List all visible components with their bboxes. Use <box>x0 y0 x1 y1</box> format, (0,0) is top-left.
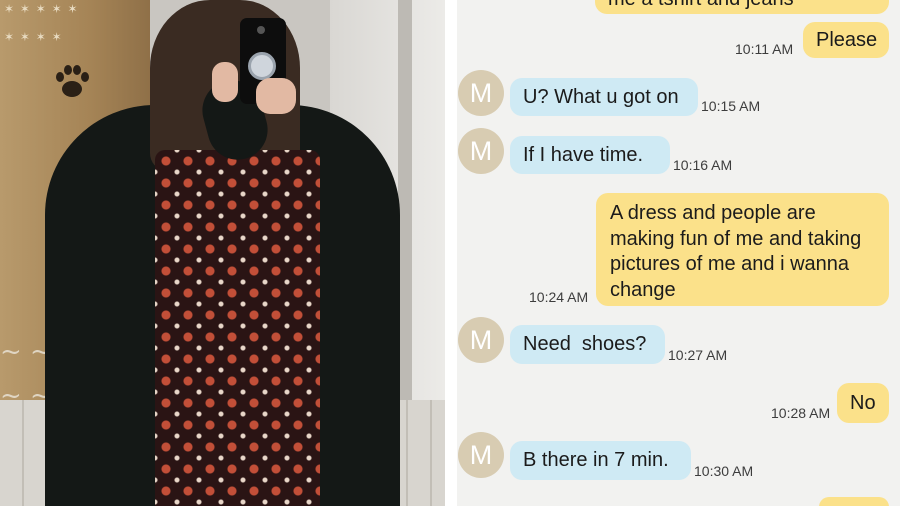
incoming-message-bubble[interactable]: U? What u got on <box>510 78 698 116</box>
message-timestamp: 10:27 AM <box>668 347 728 363</box>
outgoing-message-bubble[interactable]: Please <box>803 22 889 58</box>
wall-decal-text: ✶ ✶ ✶ ✶ ✶ <box>4 2 79 16</box>
message-text: me a tshirt and jeans <box>608 0 794 12</box>
incoming-message-bubble[interactable]: If I have time. <box>510 136 670 174</box>
incoming-message-bubble[interactable]: Need shoes? <box>510 325 665 364</box>
hand-holding-phone <box>256 78 296 114</box>
message-timestamp: 10:28 AM <box>771 405 831 421</box>
outgoing-message-bubble[interactable]: No <box>837 383 889 423</box>
contact-avatar[interactable]: M <box>458 128 504 174</box>
hand-near-face <box>212 62 238 102</box>
message-text: U? What u got on <box>523 85 679 108</box>
message-text: No <box>850 391 876 414</box>
message-text: If I have time. <box>523 143 644 166</box>
message-text: Please <box>816 28 878 51</box>
message-timestamp: 10:30 AM <box>694 463 754 479</box>
patterned-dress <box>155 150 320 506</box>
message-timestamp: 10:24 AM <box>529 289 589 305</box>
message-text: A dress and people are making fun of me … <box>610 202 862 301</box>
paw-print-icon <box>56 65 89 97</box>
wall-decal-text: ✶ ✶ ✶ ✶ <box>4 30 63 44</box>
selfie-photo: ✶ ✶ ✶ ✶ ✶ ✶ ✶ ✶ ✶ ~ ~ ~ ~ <box>0 0 445 506</box>
contact-avatar[interactable]: M <box>458 317 504 363</box>
text-conversation[interactable]: me a tshirt and jeans 10:11 AM Please M … <box>457 0 900 506</box>
message-timestamp: 10:11 AM <box>735 41 794 57</box>
message-text: B there in 7 min. <box>523 449 669 471</box>
phone-grip <box>248 52 276 80</box>
contact-avatar[interactable]: M <box>458 70 504 116</box>
message-text: Need shoes? <box>523 333 647 355</box>
outgoing-message-bubble[interactable]: A dress and people are making fun of me … <box>596 193 889 306</box>
incoming-message-bubble[interactable]: B there in 7 min. <box>510 441 691 480</box>
contact-avatar[interactable]: M <box>458 432 504 478</box>
outgoing-message-bubble-partial[interactable] <box>819 497 889 506</box>
outgoing-message-bubble[interactable]: me a tshirt and jeans <box>595 0 889 14</box>
panel-divider <box>445 0 457 506</box>
message-timestamp: 10:16 AM <box>673 157 733 173</box>
phone-camera <box>257 26 265 34</box>
message-timestamp: 10:15 AM <box>701 98 761 114</box>
